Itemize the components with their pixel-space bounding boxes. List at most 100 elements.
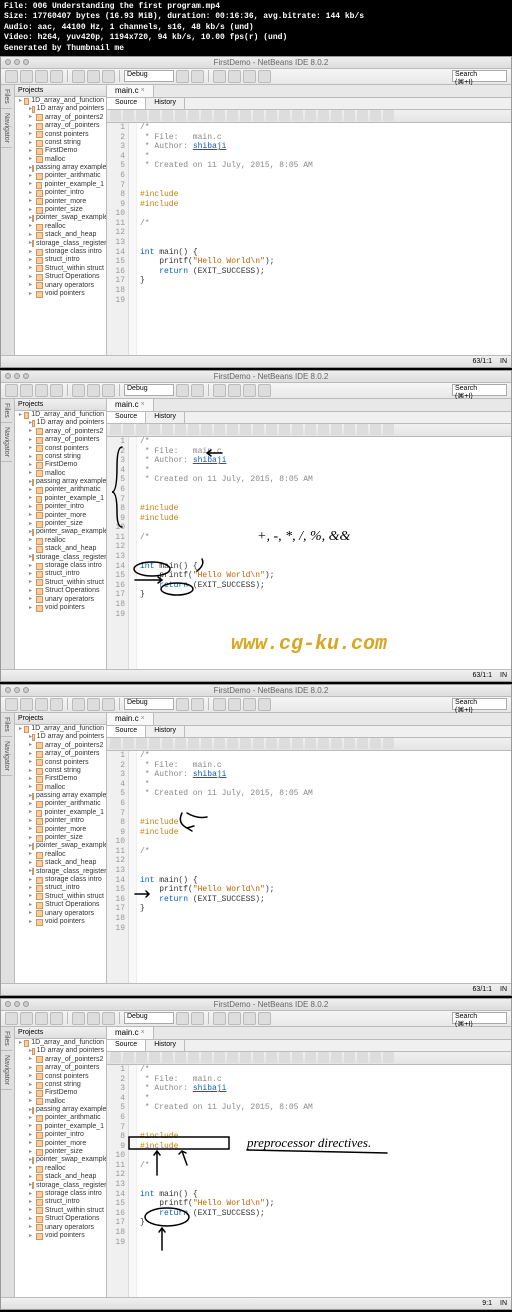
editor-toolbar-icon[interactable] — [357, 1052, 368, 1063]
editor-toolbar-icon[interactable] — [344, 1052, 355, 1063]
editor-toolbar-icon[interactable] — [136, 1052, 147, 1063]
editor-toolbar-icon[interactable] — [305, 738, 316, 749]
toolbar-icon[interactable] — [176, 698, 189, 711]
config-dropdown[interactable]: Debug — [124, 70, 174, 82]
editor-toolbar-icon[interactable] — [214, 110, 225, 121]
config-dropdown[interactable]: Debug — [124, 384, 174, 396]
tree-item[interactable]: ▸pointer_more — [15, 198, 106, 206]
tree-item[interactable]: ▸struct_intro — [15, 570, 106, 578]
toolbar-icon[interactable] — [20, 70, 33, 83]
editor-toolbar-icon[interactable] — [240, 424, 251, 435]
tree-item[interactable]: ▸struct_intro — [15, 884, 106, 892]
close-icon[interactable]: × — [141, 87, 145, 94]
tree-root[interactable]: ▸1D_array_and_function — [15, 1039, 106, 1047]
tree-root[interactable]: ▸1D_array_and_function — [15, 411, 106, 419]
tree-item[interactable]: ▸stack_and_heap — [15, 545, 106, 553]
tree-item[interactable]: ▸Struct Operations — [15, 273, 106, 281]
tree-item[interactable]: ▸const string — [15, 767, 106, 775]
toolbar-icon[interactable] — [5, 70, 18, 83]
tree-root[interactable]: ▸1D_array_and_function — [15, 97, 106, 105]
tree-item[interactable]: ▸const string — [15, 453, 106, 461]
tree-item[interactable]: ▸storage_class_register — [15, 554, 106, 562]
tree-item[interactable]: ▸const pointers — [15, 445, 106, 453]
toolbar-icon[interactable] — [258, 70, 271, 83]
search-input[interactable]: Search (⌘+I) — [452, 70, 507, 82]
tree-item[interactable]: ▸malloc — [15, 470, 106, 478]
tree-item[interactable]: ▸pointer_arithmatic — [15, 172, 106, 180]
editor-toolbar-icon[interactable] — [123, 1052, 134, 1063]
editor-toolbar-icon[interactable] — [175, 110, 186, 121]
editor-toolbar-icon[interactable] — [266, 738, 277, 749]
tree-item[interactable]: ▸pointer_arithmatic — [15, 486, 106, 494]
tree-item[interactable]: ▸const string — [15, 139, 106, 147]
toolbar-icon[interactable] — [243, 384, 256, 397]
toolbar-icon[interactable] — [191, 70, 204, 83]
tree-item[interactable]: ▸realloc — [15, 223, 106, 231]
editor-toolbar-icon[interactable] — [266, 1052, 277, 1063]
editor-toolbar-icon[interactable] — [240, 1052, 251, 1063]
tree-item[interactable]: ▸FirstDemo — [15, 147, 106, 155]
toolbar-icon[interactable] — [87, 384, 100, 397]
editor-toolbar-icon[interactable] — [279, 1052, 290, 1063]
tree-item[interactable]: ▸pointer_intro — [15, 1131, 106, 1139]
tree-item[interactable]: ▸Struct_within struct — [15, 1207, 106, 1215]
tree-item[interactable]: ▸malloc — [15, 1098, 106, 1106]
editor-toolbar-icon[interactable] — [279, 110, 290, 121]
editor-toolbar-icon[interactable] — [227, 738, 238, 749]
editor-toolbar-icon[interactable] — [188, 1052, 199, 1063]
tree-item[interactable]: ▸pointer_example_1 — [15, 1123, 106, 1131]
tree-item[interactable]: ▸pointer_size — [15, 1148, 106, 1156]
tab-history[interactable]: History — [146, 726, 185, 737]
toolbar-icon[interactable] — [243, 1012, 256, 1025]
tree-item[interactable]: ▸unary operators — [15, 596, 106, 604]
file-tab[interactable]: main.c× — [107, 399, 154, 411]
toolbar-icon[interactable] — [102, 698, 115, 711]
tree-item[interactable]: ▸storage_class_register — [15, 240, 106, 248]
editor-toolbar-icon[interactable] — [344, 110, 355, 121]
tree-item[interactable]: ▸pointer_swap_example — [15, 842, 106, 850]
tree-item[interactable]: ▸pointer_arithmatic — [15, 1114, 106, 1122]
maximize-icon[interactable] — [23, 59, 29, 65]
tree-item[interactable]: ▸Struct_within struct — [15, 893, 106, 901]
side-tab-navigator[interactable]: Navigator — [1, 109, 12, 148]
side-tab-navigator[interactable]: Navigator — [1, 737, 12, 776]
toolbar-icon[interactable] — [5, 1012, 18, 1025]
toolbar-icon[interactable] — [5, 384, 18, 397]
tab-source[interactable]: Source — [107, 98, 146, 109]
tree-root[interactable]: ▸1D_array_and_function — [15, 725, 106, 733]
code-editor[interactable]: 12345678910111213141516171819/* * File: … — [107, 1065, 511, 1297]
editor-toolbar-icon[interactable] — [201, 1052, 212, 1063]
tree-item[interactable]: ▸array_of_pointers — [15, 750, 106, 758]
editor-toolbar-icon[interactable] — [331, 738, 342, 749]
editor-toolbar-icon[interactable] — [292, 738, 303, 749]
toolbar-icon[interactable] — [213, 698, 226, 711]
tree-item[interactable]: ▸void pointers — [15, 604, 106, 612]
editor-toolbar-icon[interactable] — [123, 110, 134, 121]
toolbar-icon[interactable] — [258, 698, 271, 711]
search-input[interactable]: Search (⌘+I) — [452, 384, 507, 396]
editor-toolbar-icon[interactable] — [123, 738, 134, 749]
editor-toolbar-icon[interactable] — [318, 110, 329, 121]
editor-toolbar-icon[interactable] — [110, 738, 121, 749]
toolbar-icon[interactable] — [20, 698, 33, 711]
toolbar-icon[interactable] — [102, 70, 115, 83]
toolbar-icon[interactable] — [50, 698, 63, 711]
tab-source[interactable]: Source — [107, 1040, 146, 1051]
editor-toolbar-icon[interactable] — [123, 424, 134, 435]
tree-item[interactable]: ▸pointer_more — [15, 1140, 106, 1148]
tree-item[interactable]: ▸pointer_swap_example — [15, 214, 106, 222]
editor-toolbar-icon[interactable] — [305, 110, 316, 121]
editor-toolbar-icon[interactable] — [149, 1052, 160, 1063]
tab-history[interactable]: History — [146, 98, 185, 109]
editor-toolbar-icon[interactable] — [188, 738, 199, 749]
code-content[interactable]: /* * File: main.c * Author: shibaji * * … — [137, 1065, 511, 1297]
toolbar-icon[interactable] — [102, 384, 115, 397]
toolbar-icon[interactable] — [72, 1012, 85, 1025]
tree-item[interactable]: ▸passing array example1 — [15, 164, 106, 172]
editor-toolbar-icon[interactable] — [253, 1052, 264, 1063]
editor-toolbar-icon[interactable] — [162, 424, 173, 435]
editor-toolbar-icon[interactable] — [188, 110, 199, 121]
tree-item[interactable]: ▸1D array and pointers — [15, 1047, 106, 1055]
side-tab-files[interactable]: Files — [1, 399, 12, 423]
maximize-icon[interactable] — [23, 687, 29, 693]
